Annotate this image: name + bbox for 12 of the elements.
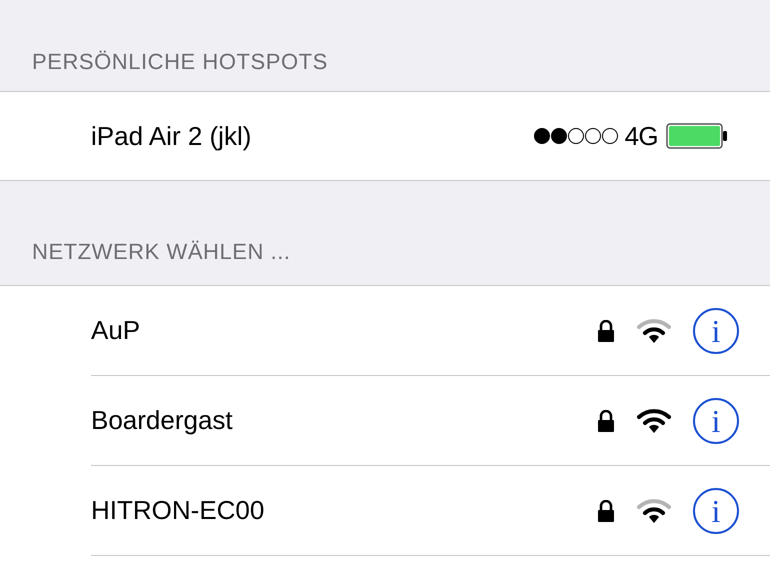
network-name[interactable]: Boardergast: [91, 401, 597, 440]
network-name[interactable]: AuP: [91, 311, 597, 350]
hotspot-name[interactable]: iPad Air 2 (jkl): [91, 116, 533, 156]
signal-dots-icon: [532, 127, 619, 145]
section-header: NETZWERK WÄHLEN ...: [32, 238, 291, 266]
section-header: PERSÖNLICHE HOTSPOTS: [32, 48, 328, 76]
info-button[interactable]: i: [693, 308, 739, 354]
battery-icon: [666, 123, 728, 149]
info-button[interactable]: i: [693, 488, 739, 534]
info-button[interactable]: i: [693, 398, 739, 444]
network-type: 4G: [624, 120, 658, 152]
network-name[interactable]: HITRON-EC00: [91, 491, 597, 530]
